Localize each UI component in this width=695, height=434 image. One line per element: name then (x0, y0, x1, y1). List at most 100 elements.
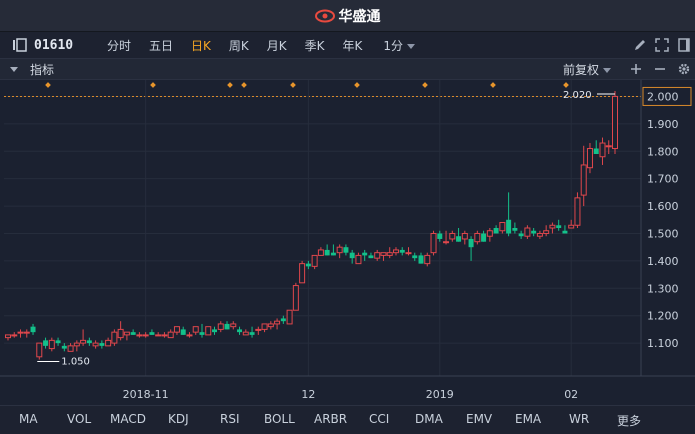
candle-body (67, 345, 74, 352)
candle-body (549, 224, 556, 229)
candle-body (443, 241, 450, 244)
tab-intraday[interactable]: 分时 (98, 37, 140, 54)
candle-body (136, 334, 143, 337)
chevron-down-icon (603, 68, 611, 73)
candle-body (111, 331, 118, 344)
candle-body (349, 252, 355, 259)
minute-select[interactable]: 1分 (383, 37, 416, 54)
indicator-label[interactable]: 指标 (30, 61, 54, 78)
candle-body (568, 224, 575, 229)
candle-body (267, 323, 274, 328)
candle-body (437, 233, 443, 239)
candle-body (80, 339, 87, 344)
indicator-tab-ma[interactable]: MA (19, 412, 38, 426)
candle-body (11, 334, 18, 337)
indicator-tab-emv[interactable]: EMV (466, 412, 492, 426)
candle-body (593, 148, 599, 154)
indicator-tab-wr[interactable]: WR (569, 412, 589, 426)
indicator-tab-kdj[interactable]: KDJ (168, 412, 189, 426)
adjust-mode-label: 前复权 (562, 63, 599, 77)
candle-body (405, 252, 412, 255)
candle-body (461, 232, 468, 240)
high-price-label: 2.020 (563, 90, 592, 101)
candle-body (212, 329, 218, 333)
indicator-tab-arbr[interactable]: ARBR (314, 412, 347, 426)
settings-gear-icon[interactable] (677, 62, 691, 76)
candle-body (237, 329, 243, 333)
price-tick-label: 1.500 (647, 227, 679, 240)
candlestick-chart[interactable]: 2.000 1.900 1.800 1.700 1.600 1.500 1.400 1.300… (0, 80, 695, 404)
price-tick-label: 1.800 (647, 145, 679, 158)
date-tick-label: 2019 (426, 388, 454, 401)
candle-body (186, 334, 193, 337)
tab-five-day[interactable]: 五日 (140, 37, 182, 54)
candle-body (73, 342, 80, 347)
candle-body (474, 232, 481, 243)
candle-body (48, 339, 55, 350)
indicator-tab-vol[interactable]: VOL (67, 412, 91, 426)
candle-body (249, 332, 255, 335)
stock-list-icon[interactable] (12, 38, 28, 52)
indicator-collapse-icon[interactable] (10, 66, 18, 72)
candle-body (449, 232, 456, 240)
candle-body (580, 164, 587, 196)
candle-body (155, 334, 162, 337)
candle-body (149, 332, 155, 335)
candle-body (574, 197, 581, 226)
price-tick-label: 1.200 (647, 310, 679, 323)
candle-body (105, 339, 112, 347)
candle-body (605, 145, 612, 148)
candle-body (392, 249, 399, 254)
tab-monthly-k[interactable]: 月K (258, 37, 296, 54)
add-icon[interactable] (629, 62, 643, 76)
app-title: 华盛通 (338, 8, 381, 25)
indicator-tab-rsi[interactable]: RSI (220, 412, 240, 426)
candle-body (524, 227, 531, 237)
candle-body (468, 238, 474, 248)
remove-icon[interactable] (653, 62, 667, 76)
draw-pen-icon[interactable] (633, 38, 647, 52)
title-bar: 华盛通 (0, 0, 695, 32)
date-tick-label: 12 (301, 388, 315, 401)
candle-body (274, 320, 281, 325)
candle-body (355, 254, 362, 265)
candle-body (317, 249, 324, 256)
candle-body (506, 219, 512, 234)
indicator-bar: 指标 前复权 (0, 59, 695, 80)
candle-body (161, 334, 168, 337)
fullscreen-icon[interactable] (655, 38, 669, 52)
candle-body (167, 331, 174, 339)
candle-body (292, 285, 299, 311)
tab-quarterly-k[interactable]: 季K (296, 37, 334, 54)
candle-body (518, 233, 524, 237)
tab-daily-k[interactable]: 日K (182, 37, 220, 54)
candle-body (173, 326, 180, 333)
tab-weekly-k[interactable]: 周K (220, 37, 258, 54)
indicator-tab-cci[interactable]: CCI (369, 412, 389, 426)
indicator-tab-boll[interactable]: BOLL (264, 412, 295, 426)
candle-body (5, 334, 11, 339)
stock-code[interactable]: 01610 (34, 38, 98, 53)
candle-body (242, 331, 249, 336)
tab-yearly-k[interactable]: 年K (334, 37, 372, 54)
candle-body (536, 232, 543, 237)
minute-select-label: 1分 (383, 38, 404, 53)
candle-body (343, 247, 349, 253)
logo-icon (314, 9, 335, 22)
indicator-tab-dma[interactable]: DMA (415, 412, 443, 426)
candle-body (199, 332, 205, 335)
indicator-tab-ema[interactable]: EMA (515, 412, 541, 426)
candle-body (99, 343, 105, 346)
candle-body (586, 148, 593, 169)
indicator-tab-more[interactable]: 更多 (617, 412, 641, 429)
indicator-tab-macd[interactable]: MACD (110, 412, 146, 426)
candle-body (399, 249, 405, 253)
candle-body (612, 95, 618, 150)
candle-body (86, 340, 92, 344)
adjust-mode-select[interactable]: 前复权 (563, 61, 611, 78)
candle-body (324, 249, 330, 256)
collapse-panel-icon[interactable] (677, 38, 691, 52)
candle-body (456, 236, 462, 242)
candle-body (142, 334, 149, 337)
candle-body (36, 342, 43, 358)
